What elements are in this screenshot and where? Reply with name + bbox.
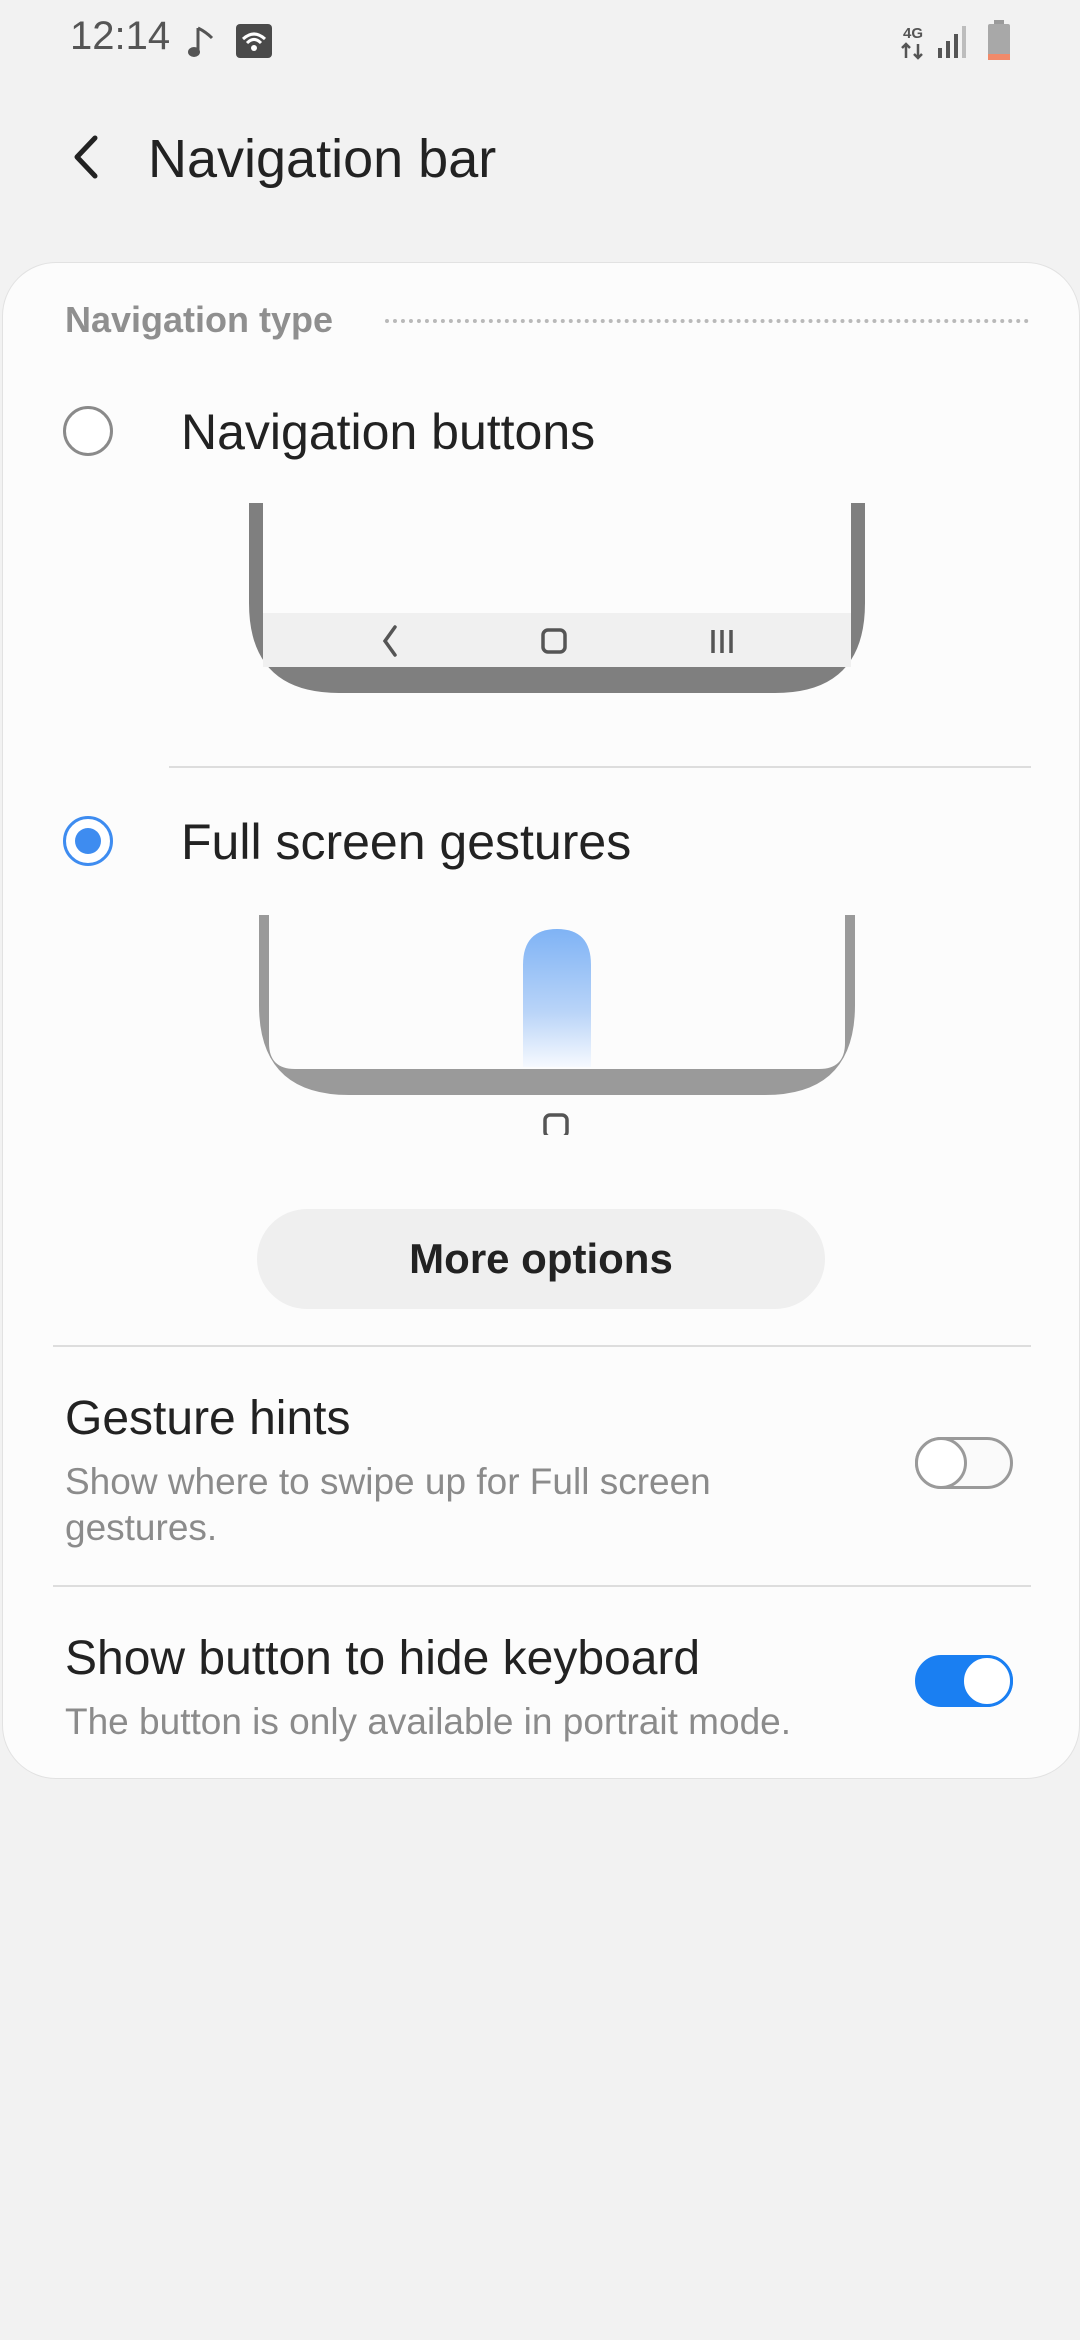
- setting-desc-hide-keyboard-button: The button is only available in portrait…: [65, 1701, 792, 1742]
- toggle-knob: [961, 1655, 1013, 1707]
- setting-title-hide-keyboard-button[interactable]: Show button to hide keyboard: [65, 1631, 700, 1686]
- section-divider-settings: [53, 1345, 1031, 1347]
- back-button[interactable]: [50, 122, 120, 192]
- setting-desc-gesture-hints: Show where to swipe up for Full screen g…: [65, 1461, 711, 1548]
- navigation-buttons-illustration[interactable]: [245, 503, 869, 703]
- option-label-navigation-buttons[interactable]: Navigation buttons: [181, 403, 595, 461]
- network-4g-icon: 4G: [901, 25, 923, 60]
- status-bar: 12:14 4G: [0, 0, 1080, 84]
- music-note-icon: [188, 26, 214, 57]
- section-header-navigation-type: Navigation type: [65, 299, 334, 340]
- option-label-full-screen-gestures[interactable]: Full screen gestures: [181, 813, 631, 871]
- page-title: Navigation bar: [148, 129, 497, 189]
- battery-icon: [988, 20, 1010, 60]
- settings-card: Navigation type Navigation buttons Full …: [2, 262, 1080, 1779]
- signal-icon: [938, 26, 966, 58]
- status-time: 12:14: [70, 14, 171, 58]
- gesture-home-icon: [543, 1113, 569, 1135]
- full-screen-gestures-illustration[interactable]: [255, 915, 859, 1135]
- section-divider: [385, 319, 1029, 323]
- setting-divider: [53, 1585, 1031, 1587]
- toggle-gesture-hints[interactable]: [915, 1437, 1013, 1489]
- toggle-hide-keyboard-button[interactable]: [915, 1655, 1013, 1707]
- toggle-knob: [915, 1437, 967, 1489]
- radio-full-screen-gestures[interactable]: [63, 816, 113, 866]
- more-options-button[interactable]: More options: [257, 1209, 825, 1309]
- swipe-gesture-indicator: [523, 929, 591, 1067]
- setting-title-gesture-hints[interactable]: Gesture hints: [65, 1391, 350, 1446]
- option-divider: [169, 766, 1031, 768]
- network-type-label: 4G: [903, 25, 923, 42]
- wifi-icon: [236, 24, 272, 58]
- app-bar: Navigation bar: [0, 100, 1080, 220]
- back-arrow-icon: [74, 135, 98, 179]
- radio-navigation-buttons[interactable]: [63, 406, 113, 456]
